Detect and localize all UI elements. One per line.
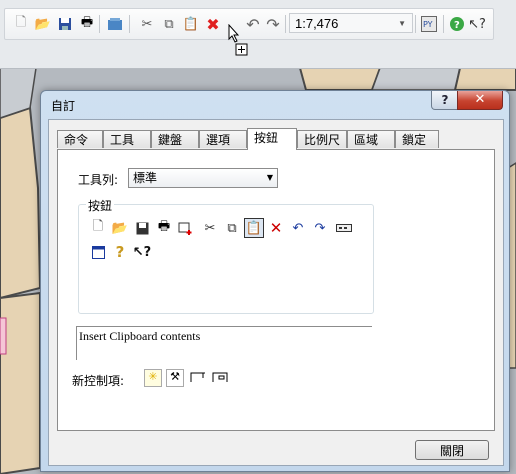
paste-icon[interactable]: 📋: [244, 218, 264, 238]
dialog-title: 自訂: [51, 99, 76, 113]
customize-dialog: 自訂 ? ✕ 命令 工具列 鍵盤 選項 按鈕 比例尺 區域 鎖定 工具列: 標準…: [40, 90, 510, 472]
tab-toolbars[interactable]: 工具列: [103, 130, 151, 165]
new-control-combo-icon[interactable]: [190, 371, 206, 386]
delete-icon[interactable]: ✕: [266, 218, 286, 238]
tab-keyboard[interactable]: 鍵盤: [151, 130, 199, 148]
help-icon[interactable]: ?: [447, 14, 467, 34]
chevron-down-icon: ▼: [266, 173, 273, 182]
add-data-icon[interactable]: [105, 14, 125, 34]
open-folder-icon[interactable]: 📂: [33, 14, 53, 34]
cut-icon[interactable]: ✂: [200, 218, 220, 238]
button-description: Insert Clipboard contents: [76, 326, 372, 360]
tab-buttons[interactable]: 按鈕: [247, 128, 297, 150]
tab-commands[interactable]: 命令: [57, 130, 103, 148]
toolbar-label: 工具列:: [78, 173, 119, 187]
new-control-tool-icon[interactable]: ⚒: [166, 369, 184, 387]
print-icon[interactable]: 🖶: [154, 218, 174, 238]
tab-panel-buttons: 工具列: 標準 ▼ 按鈕 🗋 📂 🖶 ✂ ⧉ 📋 ✕ ↶ ↷ ? ↖? Inse…: [57, 149, 495, 431]
chevron-down-icon: ▼: [398, 19, 406, 28]
cut-icon[interactable]: ✂: [137, 14, 157, 34]
tab-lock[interactable]: 鎖定: [395, 130, 439, 148]
whats-this-icon[interactable]: ↖?: [467, 14, 487, 34]
new-document-icon[interactable]: 🗋: [88, 218, 108, 238]
copy-icon[interactable]: ⧉: [159, 14, 179, 34]
new-control-label: 新控制項:: [72, 374, 125, 388]
scale-box-icon[interactable]: [334, 218, 354, 238]
svg-text:PY: PY: [423, 20, 433, 29]
new-control-star-icon[interactable]: ✳: [144, 369, 162, 387]
toolbar-area: 🗋 📂 🖶 ✂ ⧉ 📋 ✖ ↶ ↷ 1:7,476 ▼ PY ? ↖?: [0, 0, 516, 69]
buttons-group-title: 按鈕: [86, 197, 115, 214]
whats-this-icon[interactable]: ↖?: [132, 242, 152, 262]
drag-cursor-icon: [228, 24, 248, 56]
redo-icon[interactable]: ↷: [310, 218, 330, 238]
window-icon[interactable]: [88, 242, 108, 262]
identify-icon[interactable]: ?: [110, 242, 130, 262]
tab-region[interactable]: 區域: [347, 130, 395, 148]
tab-options[interactable]: 選項: [199, 130, 247, 148]
svg-text:?: ?: [454, 20, 460, 31]
print-icon[interactable]: 🖶: [77, 14, 97, 34]
python-icon[interactable]: PY: [419, 14, 439, 34]
copy-icon[interactable]: ⧉: [222, 218, 242, 238]
redo-icon[interactable]: ↷: [263, 14, 283, 34]
close-button[interactable]: 關閉: [415, 440, 489, 460]
undo-icon[interactable]: ↶: [288, 218, 308, 238]
new-control-menu-icon[interactable]: [212, 371, 228, 386]
close-window-button[interactable]: ✕: [457, 91, 503, 110]
map-scale-combo[interactable]: 1:7,476 ▼: [289, 13, 413, 33]
save-icon[interactable]: [132, 218, 152, 238]
add-data-icon[interactable]: [176, 218, 196, 238]
paste-icon[interactable]: 📋: [181, 14, 201, 34]
tab-scale[interactable]: 比例尺: [297, 130, 347, 148]
map-scale-value: 1:7,476: [295, 16, 339, 31]
toolbar-select-value: 標準: [133, 171, 158, 185]
toolbar-select[interactable]: 標準 ▼: [128, 168, 278, 188]
open-folder-icon[interactable]: 📂: [110, 218, 130, 238]
new-document-icon[interactable]: 🗋: [11, 14, 31, 34]
dialog-client-area: 命令 工具列 鍵盤 選項 按鈕 比例尺 區域 鎖定 工具列: 標準 ▼ 按鈕 🗋…: [48, 119, 504, 466]
delete-icon[interactable]: ✖: [203, 14, 223, 34]
help-button[interactable]: ?: [431, 91, 459, 110]
save-icon[interactable]: [55, 14, 75, 34]
